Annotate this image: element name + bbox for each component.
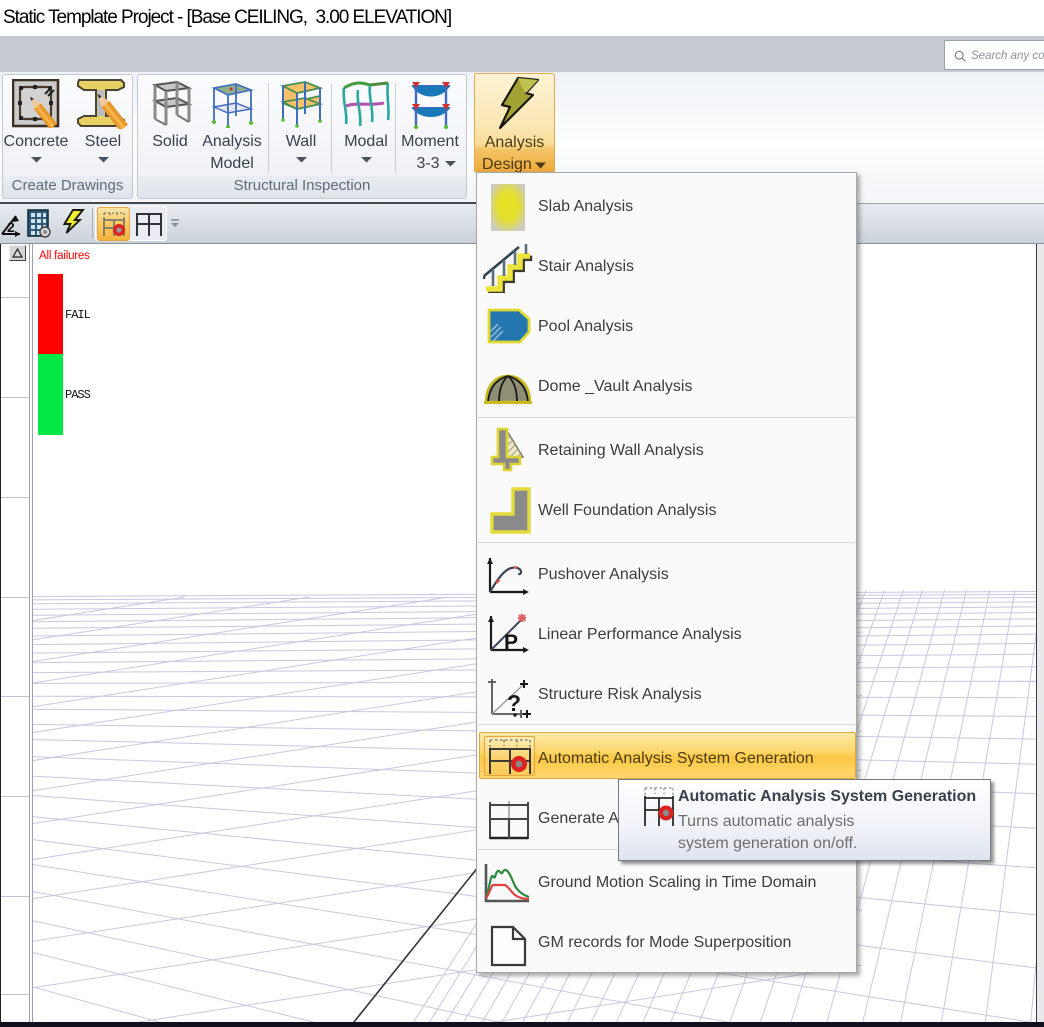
- svg-text:?: ?: [507, 690, 521, 716]
- svg-text:2: 2: [7, 219, 15, 235]
- svg-text:P: P: [504, 631, 518, 654]
